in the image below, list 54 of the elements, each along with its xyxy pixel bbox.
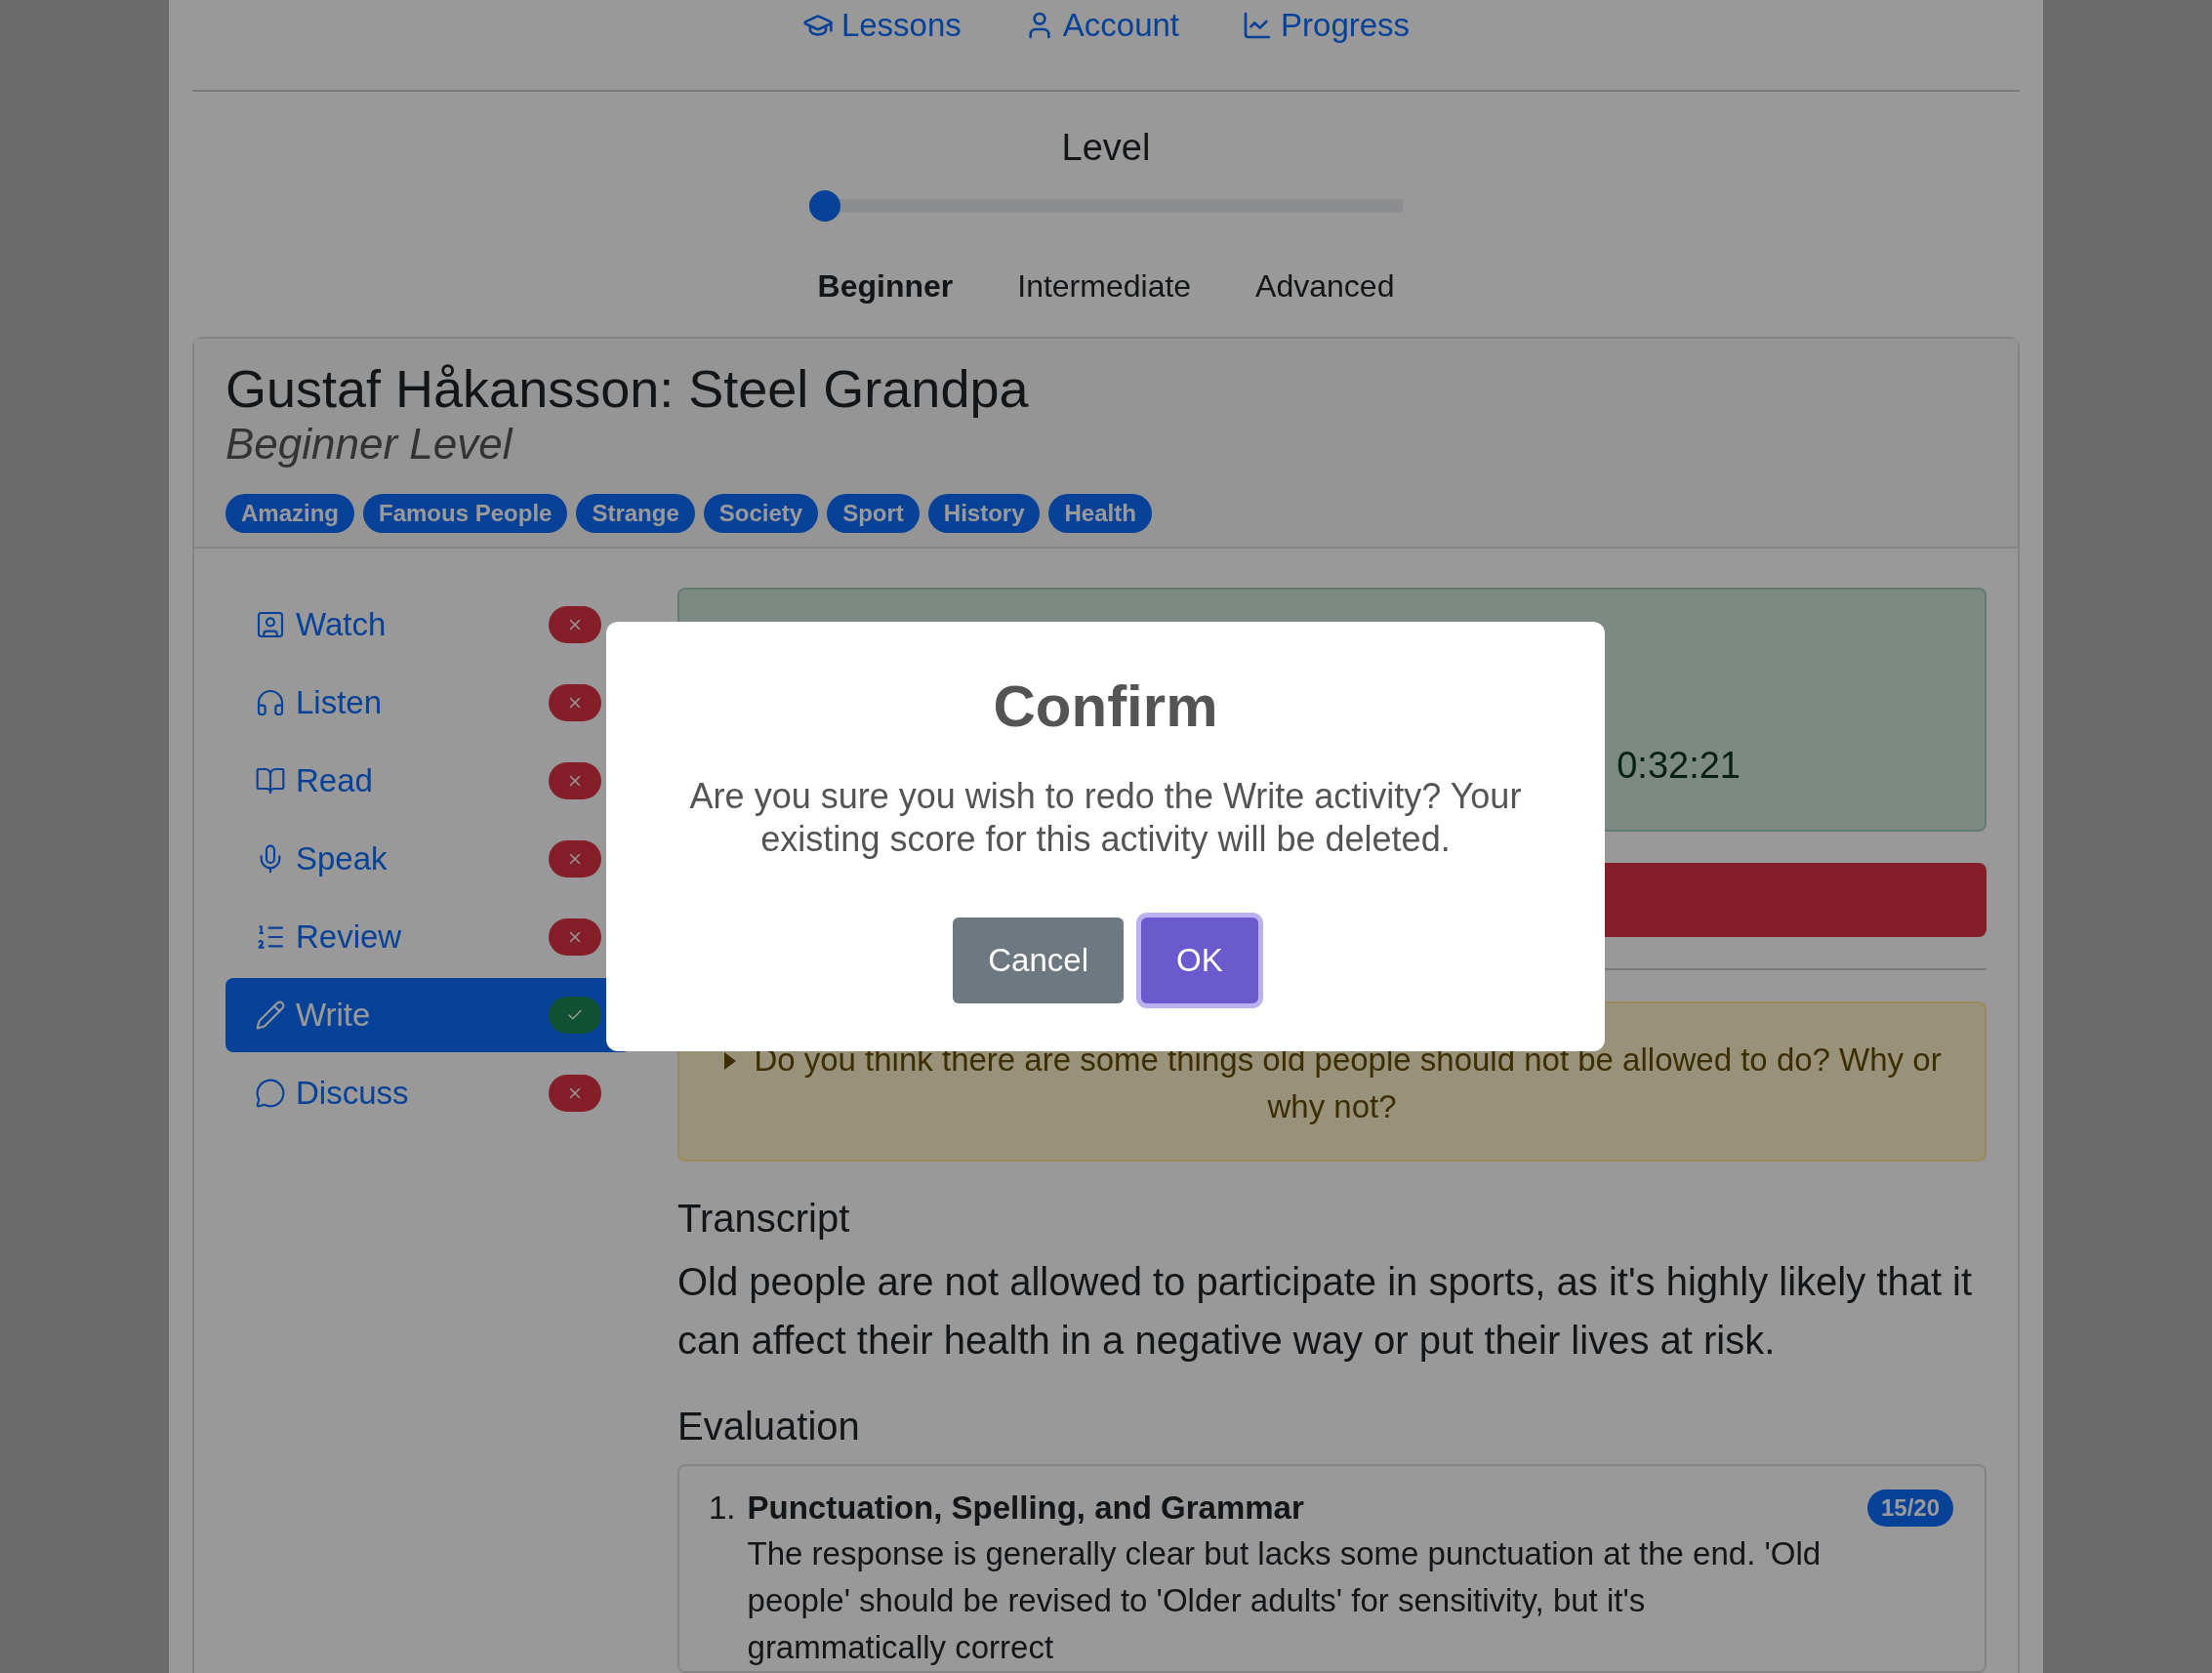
headphones-icon [255, 687, 286, 718]
activity-tab[interactable]: Read [225, 744, 631, 818]
score-badge: 15/20 [1866, 1489, 1953, 1527]
tag: Famous People [363, 494, 568, 533]
activity-label: Watch [296, 606, 388, 643]
cross-badge[interactable] [549, 762, 601, 799]
speech-bubble-icon [255, 1078, 286, 1109]
transcript-heading: Transcript [677, 1197, 851, 1241]
cross-badge[interactable] [549, 918, 601, 956]
pencil-icon [255, 1000, 286, 1031]
timer-text: 0:32:21 [1617, 745, 1741, 787]
cross-badge[interactable] [549, 1075, 601, 1112]
activity-label: Read [296, 762, 374, 799]
activity-label: Review [296, 918, 403, 956]
lesson-title: Gustaf Håkansson: Steel Grandpa [225, 358, 1030, 420]
activity-tab[interactable]: Discuss [225, 1056, 631, 1130]
cross-badge[interactable] [549, 606, 601, 643]
tag: Society [703, 494, 819, 533]
evaluation-heading: Evaluation [677, 1405, 861, 1449]
activity-label: Speak [296, 840, 389, 877]
portrait-icon [255, 609, 286, 640]
tag: Health [1048, 494, 1152, 533]
book-icon [255, 765, 286, 796]
level-option[interactable]: Advanced [1255, 268, 1395, 306]
cross-badge[interactable] [549, 840, 601, 877]
tag: History [927, 494, 1041, 533]
nav-link[interactable]: Account [1023, 6, 1180, 45]
level-title: Level [1061, 127, 1151, 170]
activity-tab[interactable]: Speak [225, 822, 631, 896]
nav-link[interactable]: Lessons [801, 6, 962, 45]
slider-thumb[interactable] [809, 190, 840, 223]
level-option[interactable]: Intermediate [1017, 268, 1192, 306]
tag: Sport [827, 494, 920, 533]
item-number: 1. [709, 1489, 736, 1528]
activity-label: Listen [296, 684, 384, 721]
dialog-title: Confirm [993, 673, 1218, 740]
cancel-button[interactable]: Cancel [953, 918, 1124, 1003]
dialog-message: Are you sure you wish to redo the Write activity? Your existing score for this activity will be deleted. [688, 775, 1523, 861]
tag: Strange [576, 494, 695, 533]
activity-tab[interactable]: Watch [225, 588, 631, 662]
criterion-text: The response is generally clear but lacks some punctuation at the end. 'Old people' should be revised to 'Older adults' for sensitivity, but it's grammatically correct [747, 1534, 1822, 1667]
transcript-text: Old people are not allowed to participate in sports, as it's highly likely that it can affect their health in a negative way or put their lives at risk. [677, 1259, 1974, 1364]
activity-label: Write [296, 997, 372, 1034]
check-badge[interactable] [549, 997, 601, 1034]
criterion-title: Punctuation, Spelling, and Grammar [747, 1489, 1304, 1528]
activity-label: Discuss [296, 1075, 410, 1112]
level-option[interactable]: Beginner [817, 268, 954, 306]
cross-badge[interactable] [549, 684, 601, 721]
activity-tab[interactable]: Review [225, 900, 631, 974]
nav-link[interactable]: Progress [1242, 6, 1411, 45]
lesson-subtitle: Beginner Level [225, 419, 514, 470]
ok-button[interactable]: OK [1141, 918, 1258, 1003]
activity-tab[interactable]: Listen [225, 666, 631, 740]
tag: Amazing [225, 494, 354, 533]
